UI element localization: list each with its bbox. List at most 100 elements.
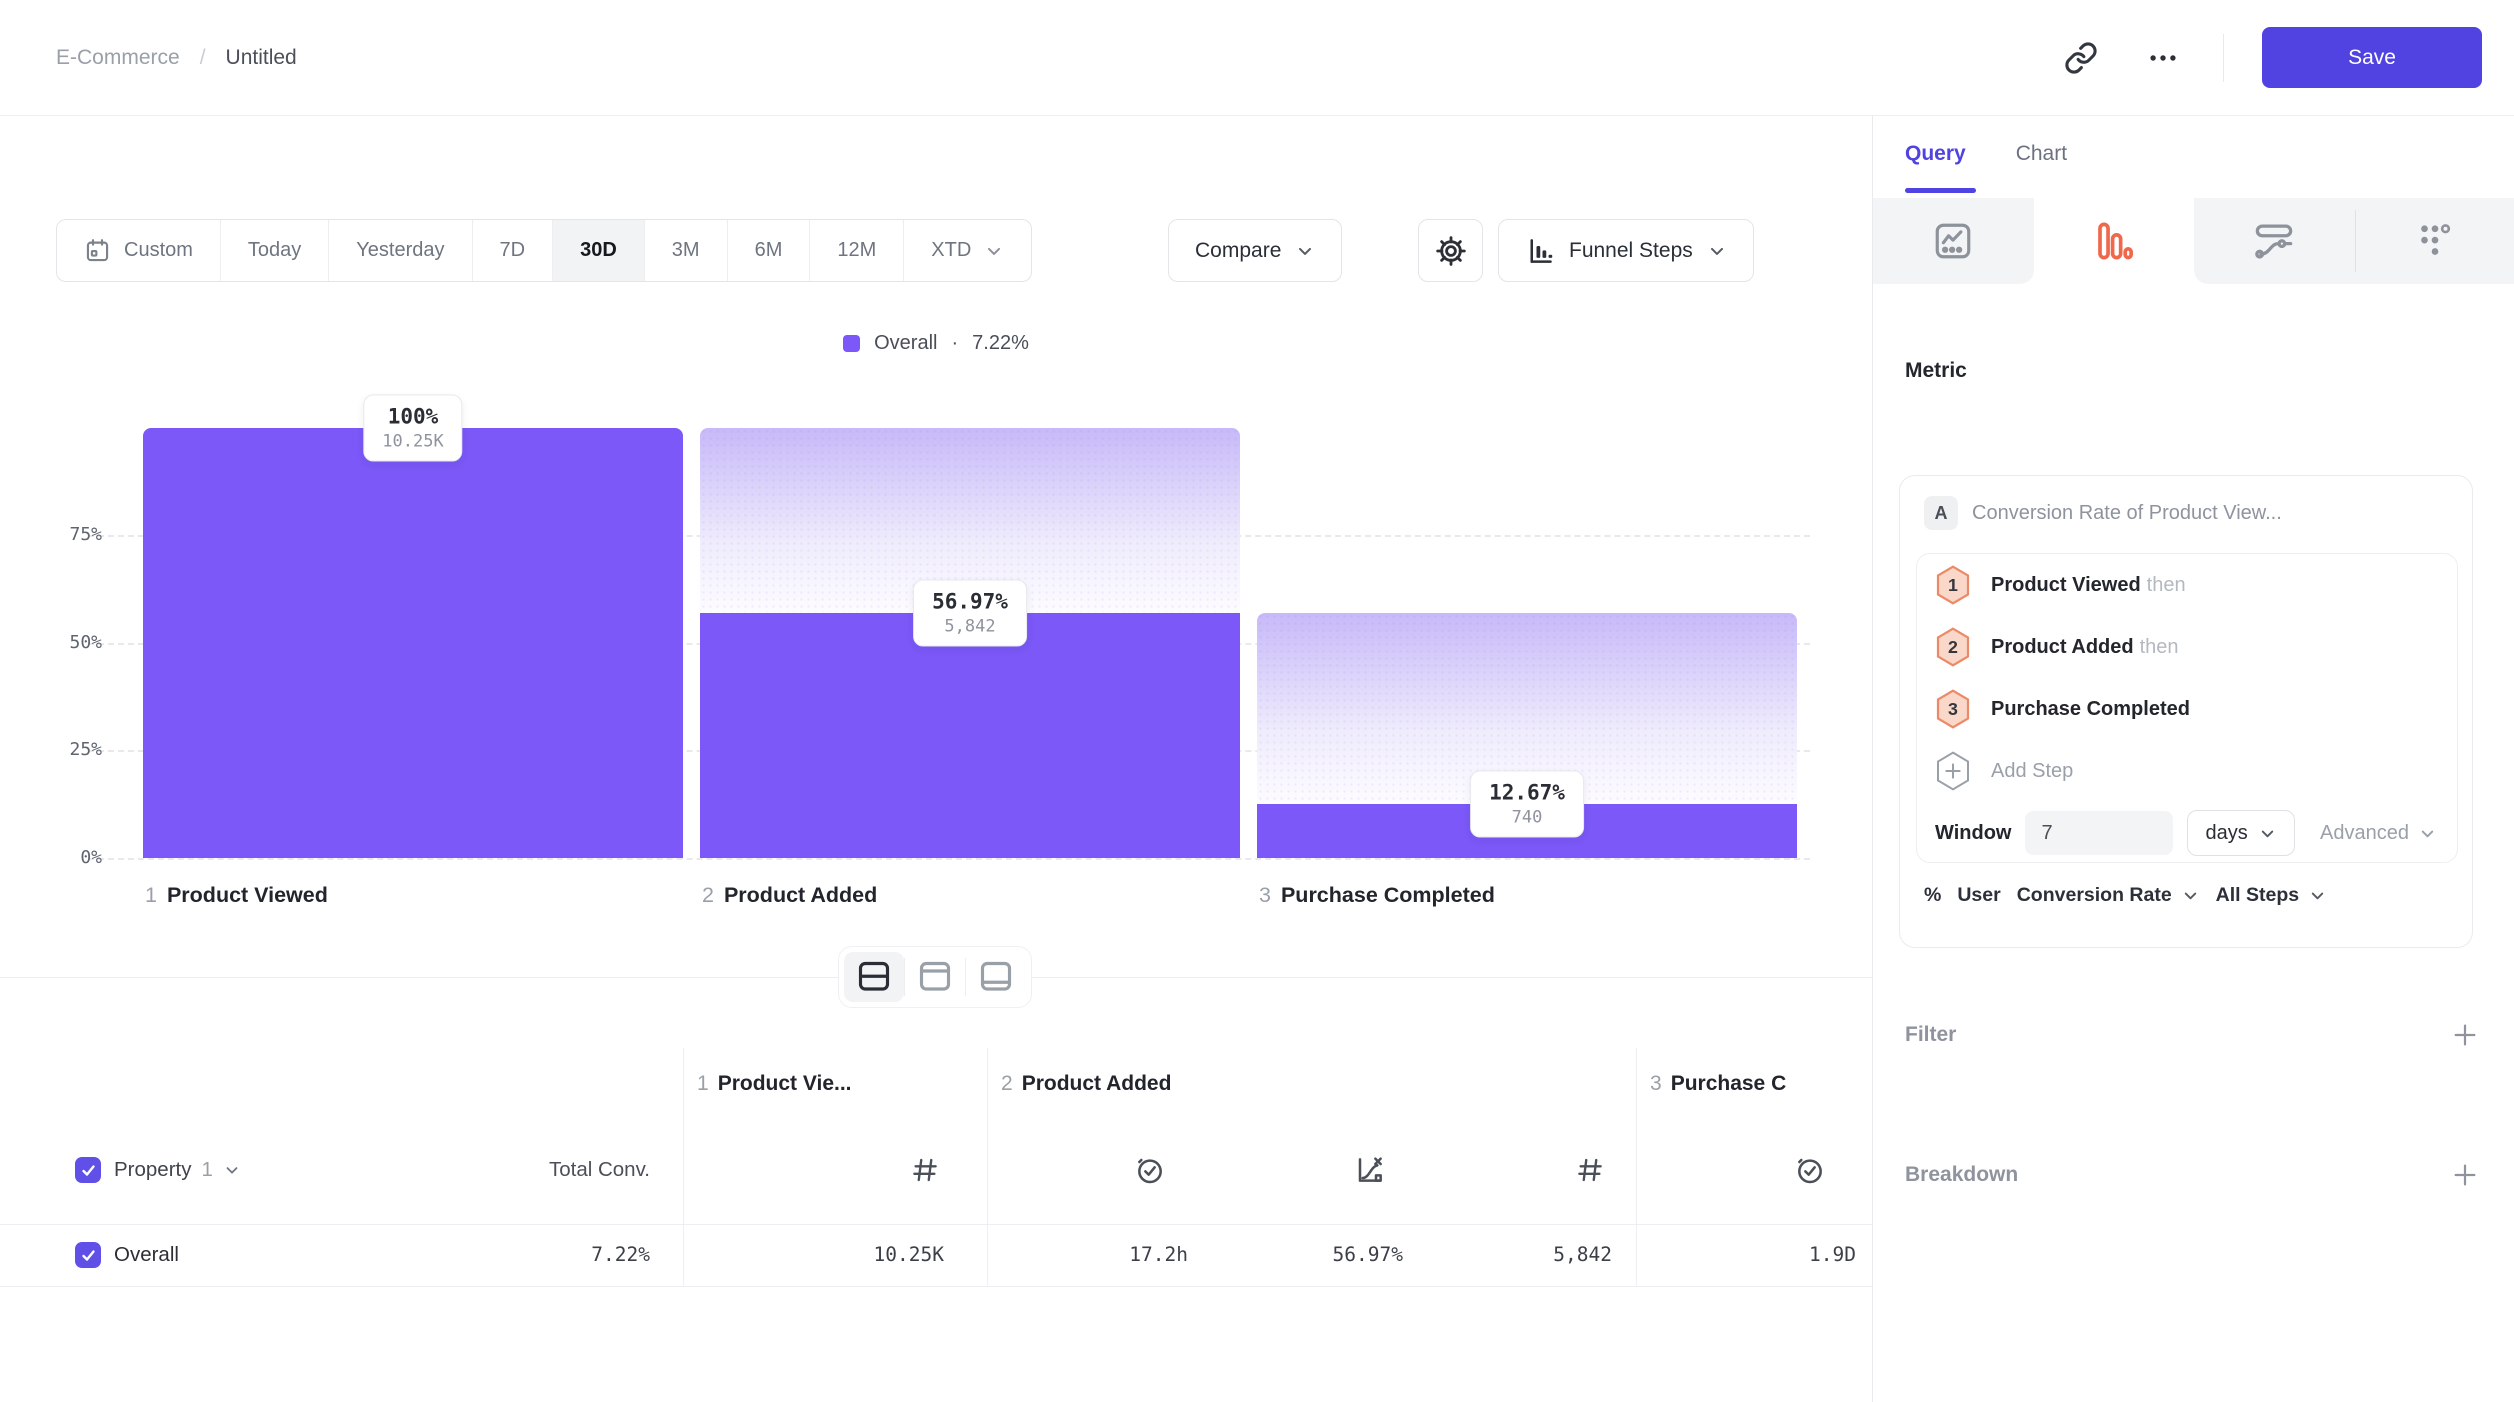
y-axis-tick: 75% xyxy=(30,524,102,545)
bar-value-tooltip: 12.67% 740 xyxy=(1470,770,1584,837)
y-axis-tick: 50% xyxy=(30,632,102,653)
step-axis-label: 3 Purchase Completed xyxy=(1259,883,1495,908)
property-label: Property xyxy=(114,1158,191,1182)
legend-swatch xyxy=(843,335,860,352)
more-menu-button[interactable] xyxy=(2141,36,2185,80)
tab-query[interactable]: Query xyxy=(1905,142,1966,166)
chart-type-tab-funnel[interactable] xyxy=(2034,198,2195,284)
step-number: 2 xyxy=(702,883,714,907)
add-step-label: Add Step xyxy=(1991,760,2073,783)
window-row: Window days Advanced xyxy=(1917,802,2457,864)
step-connector: then xyxy=(2140,636,2179,658)
property-selector[interactable]: Property 1 xyxy=(114,1158,241,1182)
property-checkbox[interactable] xyxy=(75,1157,101,1183)
funnel-bar-step-1[interactable]: 100% 10.25K 1Product Viewed xyxy=(143,428,683,858)
tab-chart[interactable]: Chart xyxy=(2016,142,2067,166)
measure-type-label: Conversion Rate xyxy=(2017,884,2172,907)
chart-legend[interactable]: Overall · 7.22% xyxy=(0,332,1872,355)
funnel-bars-icon xyxy=(2093,220,2135,262)
check-icon xyxy=(80,1162,97,1179)
step-3-badge: 3 xyxy=(1935,689,1971,729)
advanced-label: Advanced xyxy=(2320,822,2409,845)
window-unit-label: days xyxy=(2205,822,2247,845)
row-checkbox[interactable] xyxy=(75,1242,101,1268)
metric-title[interactable]: Conversion Rate of Product View... xyxy=(1972,502,2282,525)
step-row-1[interactable]: 1 Product Viewedthen xyxy=(1917,554,2457,616)
funnel-steps-editor: 1 Product Viewedthen 2 Product Addedthen… xyxy=(1916,553,2458,863)
add-filter-button[interactable] xyxy=(2450,1020,2480,1050)
bar-value-tooltip: 100% 10.25K xyxy=(363,395,462,462)
avg-time-icon[interactable] xyxy=(1132,1152,1168,1188)
plus-icon xyxy=(2451,1161,2479,1189)
column-step-number: 1 xyxy=(697,1072,709,1095)
table-column-step-3[interactable]: 3Purchase C xyxy=(1650,1072,1786,1096)
legend-separator: · xyxy=(951,332,958,355)
table-row-border xyxy=(0,1286,1872,1287)
step-row-2[interactable]: 2 Product Addedthen xyxy=(1917,616,2457,678)
measure-type-dropdown[interactable]: Conversion Rate xyxy=(2017,884,2200,907)
measure-steps-label: All Steps xyxy=(2216,884,2299,907)
funnel-bar-solid[interactable] xyxy=(700,613,1240,858)
step-row-3[interactable]: 3 Purchase Completed xyxy=(1917,678,2457,740)
funnel-bar-step-2[interactable]: 56.97% 5,842 2Product Added xyxy=(700,428,1240,858)
tab-divider xyxy=(2355,210,2356,272)
table-column-step-2[interactable]: 2Product Added xyxy=(1001,1072,1171,1096)
column-step-name: Product Added xyxy=(1022,1072,1172,1095)
property-index: 1 xyxy=(201,1158,212,1182)
measure-steps-dropdown[interactable]: All Steps xyxy=(2216,884,2327,907)
window-unit-dropdown[interactable]: days xyxy=(2187,810,2294,856)
layout-chart-only-button[interactable] xyxy=(905,952,965,1002)
advanced-dropdown[interactable]: Advanced xyxy=(2320,822,2437,845)
chart-type-tab-grid[interactable] xyxy=(2355,198,2514,284)
column-step-name: Purchase C xyxy=(1671,1072,1787,1095)
chevron-down-icon xyxy=(223,1161,241,1179)
step-2-badge: 2 xyxy=(1935,627,1971,667)
avg-time-icon[interactable] xyxy=(1792,1152,1828,1188)
tooltip-count: 10.25K xyxy=(382,432,443,452)
column-divider xyxy=(683,1048,684,1286)
add-step-hexagon-icon xyxy=(1935,751,1971,791)
add-breakdown-button[interactable] xyxy=(2450,1160,2480,1190)
query-sidebar: Query Chart xyxy=(1872,116,2514,1402)
table-column-step-1[interactable]: 1Product Vie... xyxy=(697,1072,852,1096)
measure-entity[interactable]: User xyxy=(1957,884,2000,907)
window-value-input[interactable] xyxy=(2025,811,2173,855)
step-name: Purchase Completed xyxy=(1281,883,1495,907)
count-metric-icon[interactable] xyxy=(1572,1152,1608,1188)
dots-grid-icon xyxy=(2414,220,2456,262)
check-icon xyxy=(80,1247,97,1264)
count-metric-icon[interactable] xyxy=(907,1152,943,1188)
layout-split-button[interactable] xyxy=(844,952,904,1002)
y-axis-tick: 25% xyxy=(30,739,102,760)
split-view-icon xyxy=(854,959,894,995)
legend-value: 7.22% xyxy=(972,332,1029,355)
share-link-button[interactable] xyxy=(2059,36,2103,80)
step-number: 3 xyxy=(1259,883,1271,907)
save-button[interactable]: Save xyxy=(2262,27,2482,88)
tooltip-percent: 56.97% xyxy=(932,590,1008,614)
breadcrumb-current[interactable]: Untitled xyxy=(226,46,297,70)
active-tab-underline xyxy=(1905,188,1976,193)
svg-text:3: 3 xyxy=(1948,699,1958,719)
measure-symbol: % xyxy=(1924,884,1941,907)
add-step-button[interactable]: Add Step xyxy=(1917,740,2457,802)
step-name: Product Added xyxy=(724,883,877,907)
total-conv-header: Total Conv. xyxy=(400,1158,650,1182)
layout-table-only-button[interactable] xyxy=(966,952,1026,1002)
funnel-bar-solid[interactable] xyxy=(143,428,683,858)
filter-label: Filter xyxy=(1905,1023,1956,1047)
funnel-bar-step-3[interactable]: 12.67% 740 3Purchase Completed xyxy=(1257,428,1797,858)
svg-text:1: 1 xyxy=(1948,575,1958,595)
cell-step1-count: 10.25K xyxy=(744,1243,944,1266)
tooltip-count: 740 xyxy=(1489,807,1565,827)
tooltip-percent: 12.67% xyxy=(1489,780,1565,804)
chart-type-tab-flows[interactable] xyxy=(2194,198,2355,284)
flows-icon xyxy=(2253,220,2295,262)
conversion-chart-icon[interactable] xyxy=(1352,1152,1388,1188)
link-icon xyxy=(2064,41,2098,75)
step-event-name: Purchase Completed xyxy=(1991,698,2190,720)
chart-type-tab-line[interactable] xyxy=(1873,198,2034,284)
tooltip-count: 5,842 xyxy=(932,617,1008,637)
legend-label: Overall xyxy=(874,332,937,355)
breadcrumb-parent[interactable]: E-Commerce xyxy=(56,46,180,70)
